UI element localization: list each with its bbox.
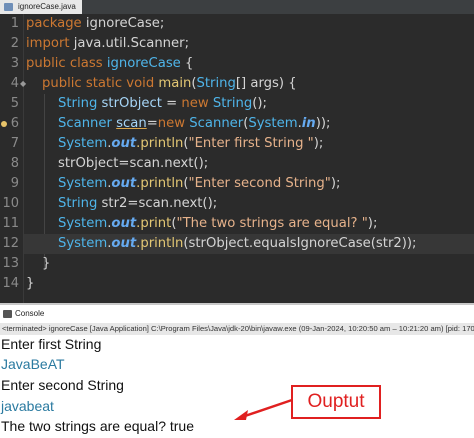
string-literal: "Enter first String " xyxy=(188,136,314,151)
code-text: { xyxy=(180,56,194,71)
code-line-12[interactable]: System.out.println(strObject.equalsIgnor… xyxy=(24,234,474,254)
method-name: .println xyxy=(136,176,184,191)
console-output-line: The two strings are equal? true xyxy=(1,418,194,434)
console-input-line: JavaBeAT xyxy=(1,356,65,372)
keyword: import xyxy=(26,36,70,51)
code-line-3[interactable]: public class ignoreCase { xyxy=(26,54,474,74)
output-annotation: Ouptut xyxy=(291,385,381,419)
code-text: java.util.Scanner; xyxy=(69,36,190,51)
variable: strObject xyxy=(97,96,162,111)
code-area[interactable]: package ignoreCase; import java.util.Sca… xyxy=(24,14,474,303)
type-name: String xyxy=(208,96,253,111)
console-tab[interactable]: Console xyxy=(0,307,48,321)
editor-tab-ignorecase[interactable]: ignoreCase.java xyxy=(0,0,82,14)
code-line-6[interactable]: Scanner scan=new Scanner(System.in)); xyxy=(58,114,474,134)
code-text: (strObject.equalsIgnoreCase(str2)); xyxy=(183,236,417,251)
warning-marker-icon[interactable] xyxy=(1,121,7,127)
code-line-9[interactable]: System.out.println("Enter second String"… xyxy=(58,174,474,194)
type-name: String xyxy=(58,196,98,211)
type-name: String xyxy=(196,76,236,91)
code-line-11[interactable]: System.out.print("The two strings are eq… xyxy=(58,214,474,234)
code-text: } xyxy=(26,276,35,291)
line-number: 11 xyxy=(2,216,19,231)
line-number: 3 xyxy=(10,56,19,71)
line-number: 9 xyxy=(10,176,19,191)
code-text: strObject=scan.next(); xyxy=(58,156,209,171)
editor-tab-label: ignoreCase.java xyxy=(18,2,76,11)
code-text: ); xyxy=(330,176,341,191)
keyword: public xyxy=(42,76,82,91)
code-text: ignoreCase; xyxy=(81,16,165,31)
console-icon xyxy=(3,310,12,318)
string-literal: "The two strings are equal? " xyxy=(176,216,368,231)
code-text: [] args) { xyxy=(235,76,297,91)
line-number: 7 xyxy=(10,136,19,151)
code-text: = xyxy=(146,116,158,131)
code-editor[interactable]: ignoreCase.java 1 2 3 4 ◆ 5 6 7 8 9 10 1… xyxy=(0,0,474,303)
console-output-line: Enter first String xyxy=(1,336,102,352)
output-annotation-label: Ouptut xyxy=(307,391,365,412)
code-text: (); xyxy=(252,96,267,111)
line-number-gutter: 1 2 3 4 ◆ 5 6 7 8 9 10 11 12 13 14 xyxy=(0,14,26,303)
static-field: out xyxy=(111,216,137,231)
type-name: String xyxy=(58,96,98,111)
static-field: out xyxy=(111,136,137,151)
code-line-1[interactable]: package ignoreCase; xyxy=(26,14,474,34)
code-line-10[interactable]: String str2=scan.next(); xyxy=(58,194,474,214)
editor-tab-bar: ignoreCase.java xyxy=(0,0,474,14)
keyword: class xyxy=(65,56,103,71)
console-tab-label: Console xyxy=(15,309,45,318)
type-name: System xyxy=(58,136,108,151)
code-text: } xyxy=(42,256,51,271)
annotation-arrow-icon xyxy=(234,398,293,420)
code-line-4[interactable]: public static void main(String[] args) { xyxy=(42,74,474,94)
code-line-8[interactable]: strObject=scan.next(); xyxy=(58,154,474,174)
code-line-13[interactable]: } xyxy=(42,254,474,274)
keyword: public xyxy=(26,56,66,71)
method-name: main xyxy=(154,76,192,91)
keyword: static xyxy=(81,76,123,91)
static-field: in xyxy=(301,116,316,131)
line-number: 10 xyxy=(2,196,19,211)
type-name: Scanner xyxy=(185,116,244,131)
keyword: void xyxy=(122,76,155,91)
line-number: 5 xyxy=(10,96,19,111)
type-name: System xyxy=(58,236,108,251)
line-number: 2 xyxy=(10,36,19,51)
method-name: .println xyxy=(136,236,184,251)
java-file-icon xyxy=(4,3,13,11)
variable: scan xyxy=(116,116,147,131)
line-number: 13 xyxy=(2,256,19,271)
method-name: .print xyxy=(136,216,172,231)
class-name: ignoreCase xyxy=(102,56,181,71)
code-line-5[interactable]: String strObject = new String(); xyxy=(58,94,474,114)
line-number: 12 xyxy=(2,236,19,251)
code-line-14[interactable]: } xyxy=(26,274,474,294)
line-number: 1 xyxy=(10,16,19,31)
static-field: out xyxy=(111,236,137,251)
code-line-2[interactable]: import java.util.Scanner; xyxy=(26,34,474,54)
keyword: new xyxy=(181,96,209,111)
type-name: System xyxy=(58,216,108,231)
code-text: ); xyxy=(313,136,324,151)
keyword: new xyxy=(157,116,186,131)
keyword: package xyxy=(26,16,82,31)
console-input-line: javabeat xyxy=(1,398,54,414)
type-name: System xyxy=(58,176,108,191)
line-number: 8 xyxy=(10,156,19,171)
code-text: ); xyxy=(367,216,378,231)
code-text: )); xyxy=(315,116,331,131)
type-name: Scanner xyxy=(58,116,112,131)
method-name: .println xyxy=(136,136,184,151)
code-text: = xyxy=(161,96,182,111)
static-field: out xyxy=(111,176,137,191)
type-name: System xyxy=(248,116,298,131)
code-text: str2=scan.next(); xyxy=(97,196,218,211)
code-line-7[interactable]: System.out.println("Enter first String "… xyxy=(58,134,474,154)
line-number: 4 xyxy=(10,76,19,91)
line-number: 14 xyxy=(2,276,19,291)
console-output-line: Enter second String xyxy=(1,377,124,393)
string-literal: "Enter second String" xyxy=(188,176,331,191)
